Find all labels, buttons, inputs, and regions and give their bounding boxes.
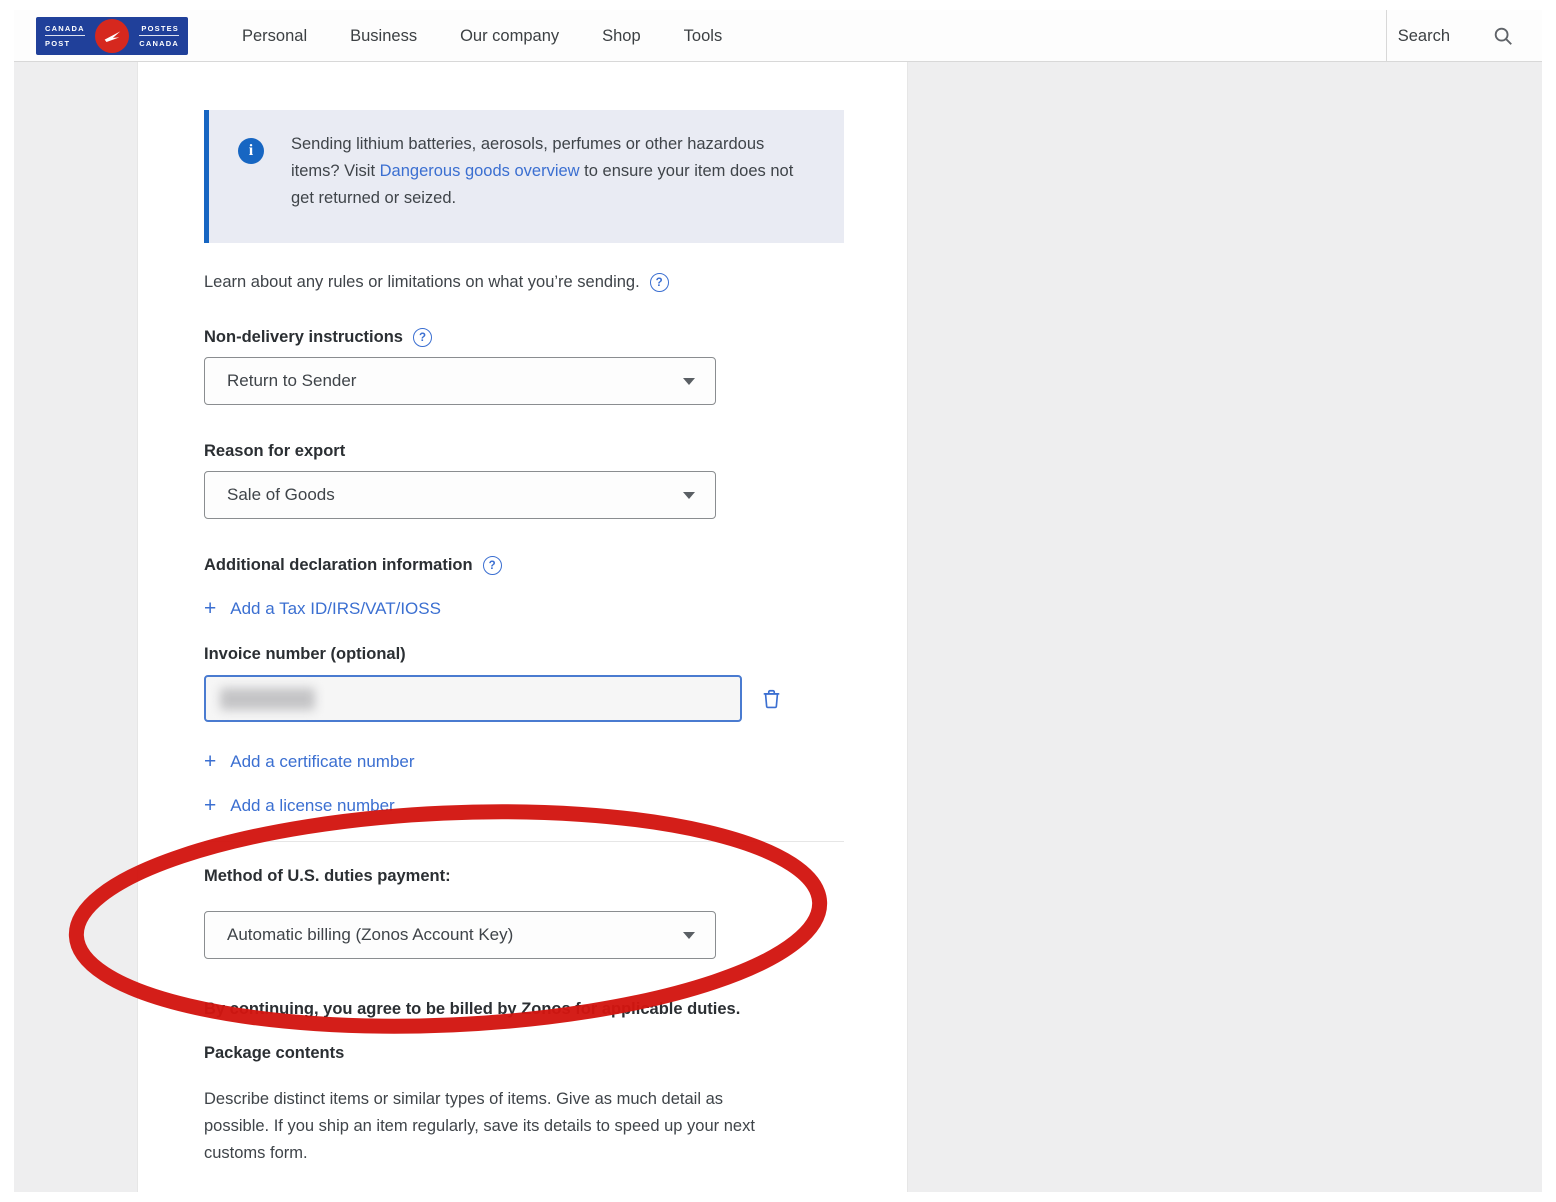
search-icon[interactable] bbox=[1492, 25, 1514, 47]
search-button[interactable]: Search bbox=[1398, 27, 1450, 46]
reason-export-value: Sale of Goods bbox=[227, 485, 335, 505]
nav-item-tools[interactable]: Tools bbox=[684, 27, 723, 46]
nav-item-our-company[interactable]: Our company bbox=[460, 27, 559, 46]
add-tax-id-link[interactable]: + Add a Tax ID/IRS/VAT/IOSS bbox=[204, 598, 441, 619]
package-contents-description: Describe distinct items or similar types… bbox=[204, 1086, 782, 1167]
info-banner-text: Sending lithium batteries, aerosols, per… bbox=[291, 131, 816, 212]
invoice-number-label: Invoice number (optional) bbox=[204, 645, 406, 664]
header-divider bbox=[1386, 10, 1387, 62]
dangerous-goods-overview-link[interactable]: Dangerous goods overview bbox=[380, 162, 580, 180]
package-contents-label: Package contents bbox=[204, 1044, 344, 1063]
invoice-label-row: Invoice number (optional) bbox=[204, 645, 406, 664]
add-certificate-link[interactable]: + Add a certificate number bbox=[204, 751, 415, 772]
search-area: Search bbox=[1398, 10, 1514, 62]
non-delivery-value: Return to Sender bbox=[227, 371, 356, 391]
logo-text-right: POSTES CANADA bbox=[139, 24, 179, 48]
nav-item-personal[interactable]: Personal bbox=[242, 27, 307, 46]
learn-rules-help-icon[interactable]: ? bbox=[650, 273, 669, 292]
reason-export-select[interactable]: Sale of Goods bbox=[204, 471, 716, 519]
additional-declaration-label: Additional declaration information bbox=[204, 556, 473, 575]
duties-payment-value: Automatic billing (Zonos Account Key) bbox=[227, 925, 513, 945]
chevron-down-icon bbox=[683, 378, 695, 385]
page: CANADA POST POSTES CANADA Personal Busin… bbox=[0, 0, 1556, 1202]
logo-text-canada: CANADA bbox=[45, 24, 85, 36]
non-delivery-label: Non-delivery instructions bbox=[204, 328, 403, 347]
info-icon: i bbox=[238, 138, 264, 164]
nav-item-shop[interactable]: Shop bbox=[602, 27, 641, 46]
duties-payment-select[interactable]: Automatic billing (Zonos Account Key) bbox=[204, 911, 716, 959]
duties-payment-label: Method of U.S. duties payment: bbox=[204, 867, 451, 886]
nav-item-business[interactable]: Business bbox=[350, 27, 417, 46]
logo-text-post: POST bbox=[45, 39, 85, 48]
canada-post-logo[interactable]: CANADA POST POSTES CANADA bbox=[36, 17, 188, 55]
logo-text-postes: POSTES bbox=[139, 24, 179, 36]
additional-declaration-help-icon[interactable]: ? bbox=[483, 556, 502, 575]
learn-rules-text: Learn about any rules or limitations on … bbox=[204, 273, 640, 292]
plus-icon: + bbox=[204, 795, 216, 816]
package-contents-label-row: Package contents bbox=[204, 1044, 344, 1063]
delete-invoice-icon[interactable] bbox=[758, 685, 784, 711]
invoice-number-input[interactable] bbox=[204, 675, 742, 722]
learn-rules-row: Learn about any rules or limitations on … bbox=[204, 273, 669, 292]
canada-post-wing-icon bbox=[95, 19, 129, 53]
additional-declaration-label-row: Additional declaration information ? bbox=[204, 556, 502, 575]
non-delivery-help-icon[interactable]: ? bbox=[413, 328, 432, 347]
add-license-link[interactable]: + Add a license number bbox=[204, 795, 395, 816]
chevron-down-icon bbox=[683, 932, 695, 939]
top-navigation-bar: CANADA POST POSTES CANADA Personal Busin… bbox=[14, 10, 1542, 62]
dangerous-goods-info-banner: i Sending lithium batteries, aerosols, p… bbox=[204, 110, 844, 243]
zonos-billing-note: By continuing, you agree to be billed by… bbox=[204, 1000, 844, 1019]
section-divider bbox=[204, 841, 844, 842]
logo-text-canada-fr: CANADA bbox=[139, 39, 179, 48]
non-delivery-select[interactable]: Return to Sender bbox=[204, 357, 716, 405]
page-background: i Sending lithium batteries, aerosols, p… bbox=[14, 62, 1542, 1192]
main-nav: Personal Business Our company Shop Tools bbox=[242, 10, 722, 62]
duties-label-row: Method of U.S. duties payment: bbox=[204, 867, 451, 886]
add-license-label: Add a license number bbox=[230, 796, 394, 816]
add-tax-id-label: Add a Tax ID/IRS/VAT/IOSS bbox=[230, 599, 441, 619]
redacted-invoice-value bbox=[220, 688, 315, 710]
reason-export-label-row: Reason for export bbox=[204, 442, 345, 461]
logo-text-left: CANADA POST bbox=[45, 24, 85, 48]
customs-form-panel: i Sending lithium batteries, aerosols, p… bbox=[137, 62, 908, 1192]
plus-icon: + bbox=[204, 598, 216, 619]
chevron-down-icon bbox=[683, 492, 695, 499]
non-delivery-label-row: Non-delivery instructions ? bbox=[204, 328, 432, 347]
plus-icon: + bbox=[204, 751, 216, 772]
add-certificate-label: Add a certificate number bbox=[230, 752, 414, 772]
reason-export-label: Reason for export bbox=[204, 442, 345, 461]
